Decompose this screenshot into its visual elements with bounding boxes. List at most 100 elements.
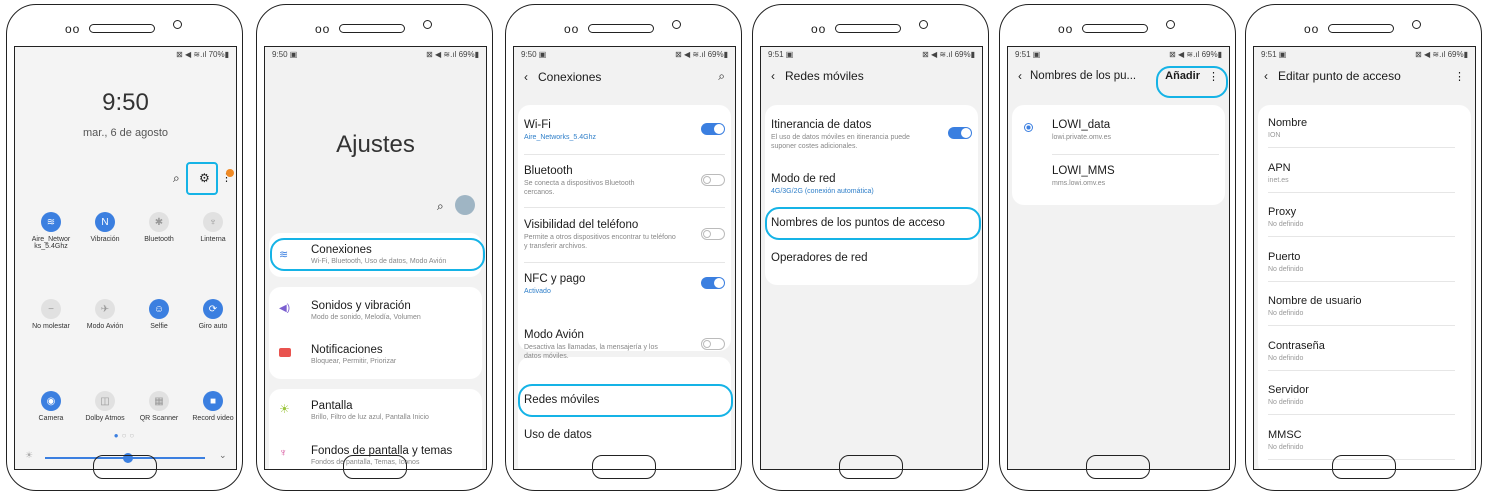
apn-item-lowi-mms[interactable]: LOWI_MMS mms.lowi.omv.es <box>1024 165 1219 188</box>
date: mar., 6 de agosto <box>83 127 168 139</box>
dolby-icon: ◫ <box>95 391 115 411</box>
search-icon[interactable]: ⌕ <box>173 171 180 186</box>
home-button[interactable] <box>839 455 903 479</box>
divider <box>1268 147 1455 148</box>
screen-settings: 9:50 ▣ ⊠ ◀ ≋.ıl 69%▮ Ajustes ⌕ ≋ Conexion… <box>264 46 487 470</box>
flashlight-icon: ♆ <box>203 212 223 232</box>
bluetooth-icon: ✱ <box>149 212 169 232</box>
quick-tile-label: Vibración <box>90 236 120 243</box>
divider <box>524 154 725 155</box>
apn-field[interactable]: Servidor No definido <box>1268 384 1455 415</box>
back-icon[interactable]: ‹ <box>771 69 775 83</box>
search-icon[interactable]: ⌕ <box>437 199 444 214</box>
home-button[interactable] <box>343 455 407 479</box>
quick-tile[interactable]: ■ Record video <box>187 391 236 422</box>
apn-field-value: No definido <box>1268 221 1304 228</box>
visibility-toggle[interactable] <box>701 228 725 240</box>
apn-field-value: No definido <box>1268 399 1304 406</box>
status-icons: ⊠ ◀ ≋.ıl 70%▮ <box>176 50 229 59</box>
apn-field-label: Nombre <box>1268 117 1308 129</box>
front-camera: oo <box>1304 22 1320 36</box>
quick-tile-label: Modo Avión <box>86 323 124 330</box>
quick-tile[interactable]: ◉ Camera <box>25 391 77 422</box>
bluetooth-toggle[interactable] <box>701 174 725 186</box>
front-camera: oo <box>65 22 81 36</box>
settings-item-display[interactable]: ☀ Pantalla Brillo, Filtro de luz azul, Pa… <box>279 400 480 421</box>
back-icon[interactable]: ‹ <box>1018 69 1022 83</box>
quick-tile[interactable]: ✈ Modo Avión <box>79 299 131 330</box>
setting-data-usage[interactable]: Uso de datos <box>524 429 725 441</box>
item-label: Modo de red <box>771 173 836 185</box>
phone-frame-4: oo 9:51 ▣ ⊠ ◀ ≋.ıl 69%▮ ‹ Redes móviles I… <box>752 4 989 491</box>
radio-selected-icon[interactable] <box>1024 123 1033 132</box>
item-sub: El uso de datos móviles en itinerancia p… <box>771 134 910 150</box>
home-button[interactable] <box>93 455 157 479</box>
chevron-down-icon[interactable]: ⌄ <box>219 450 227 461</box>
phone-frame-3: oo 9:50 ▣ ⊠ ◀ ≋.ıl 69%▮ ‹ Conexiones ⌕ Wi… <box>505 4 742 491</box>
quick-tile[interactable]: ✱ Bluetooth <box>133 212 185 243</box>
roaming-toggle[interactable] <box>948 127 972 139</box>
status-time: 9:51 ▣ <box>1015 50 1041 59</box>
home-button[interactable] <box>1086 455 1150 479</box>
apn-field[interactable]: Proxy No definido <box>1268 206 1455 237</box>
quick-tile-label: Linterna <box>200 236 226 243</box>
quick-tile[interactable]: ⟳ Giro auto <box>187 299 236 330</box>
item-sub: Se conecta a dispositivos Bluetooth cerc… <box>524 180 635 196</box>
front-camera: oo <box>564 22 580 36</box>
apn-field[interactable]: APN inet.es <box>1268 162 1455 193</box>
more-options-icon[interactable]: ⋮ <box>1454 70 1465 83</box>
apn-field[interactable]: Contraseña No definido <box>1268 340 1455 371</box>
airplane-toggle[interactable] <box>701 338 725 350</box>
apn-field-label: Puerto <box>1268 250 1301 263</box>
divider <box>1268 280 1455 282</box>
apn-field-value: No definido <box>1268 354 1304 362</box>
apn-field[interactable]: Nombre de usuario No definido <box>1268 295 1455 326</box>
nfc-toggle[interactable] <box>701 277 725 289</box>
quick-tile[interactable]: ▦ QR Scanner <box>133 391 185 422</box>
apn-field[interactable]: Puerto No definido <box>1268 251 1455 282</box>
settings-item-notifications[interactable]: Notificaciones Bloquear, Permitir, Priori… <box>279 344 480 365</box>
status-time: 9:50 ▣ <box>521 50 547 59</box>
setting-airplane[interactable]: Modo Avión Desactiva las llamadas, la me… <box>524 329 725 361</box>
quick-tile[interactable]: ☺ Selfie <box>133 299 185 330</box>
home-button[interactable] <box>592 455 656 479</box>
avatar[interactable] <box>455 195 475 215</box>
status-bar: 9:50 ▣ ⊠ ◀ ≋.ıl 69%▮ <box>521 50 728 59</box>
setting-bluetooth[interactable]: Bluetooth Se conecta a dispositivos Blue… <box>524 165 725 197</box>
wifi-toggle[interactable] <box>701 123 725 135</box>
apn-item-lowi-data[interactable]: LOWI_data lowi.private.omv.es <box>1024 119 1219 142</box>
apn-field-value: ION <box>1268 132 1281 139</box>
apn-field-label: MMSC <box>1268 428 1302 441</box>
quick-tile[interactable]: ≋ Aire_Networ ks_5.4Ghz <box>25 212 77 250</box>
item-label: Uso de datos <box>524 429 592 441</box>
setting-nfc[interactable]: NFC y pago Activado <box>524 273 725 296</box>
app-bar: ‹ Redes móviles <box>771 69 972 83</box>
home-button[interactable] <box>1332 455 1396 479</box>
setting-network-mode[interactable]: Modo de red 4G/3G/2G (conexión automátic… <box>771 173 972 196</box>
back-icon[interactable]: ‹ <box>1264 69 1268 83</box>
quick-tile[interactable]: ◫ Dolby Atmos <box>79 391 131 422</box>
sensor <box>1412 20 1421 29</box>
brightness-icon: ☀ <box>25 450 34 460</box>
do-not-disturb-icon: − <box>41 299 61 319</box>
earpiece <box>588 24 654 33</box>
back-icon[interactable]: ‹ <box>524 70 528 84</box>
settings-item-sounds[interactable]: ◀) Sonidos y vibración Modo de sonido, Me… <box>279 300 480 321</box>
quick-tile[interactable]: ♆ Linterna <box>187 212 236 243</box>
status-bar: 9:50 ▣ ⊠ ◀ ≋.ıl 69%▮ <box>272 50 479 59</box>
qr-icon: ▦ <box>149 391 169 411</box>
setting-operators[interactable]: Operadores de red <box>771 252 972 264</box>
quick-tile[interactable]: − No molestar <box>25 299 77 330</box>
screen-connections: 9:50 ▣ ⊠ ◀ ≋.ıl 69%▮ ‹ Conexiones ⌕ Wi-Fi… <box>513 46 736 470</box>
record-video-icon: ■ <box>203 391 223 411</box>
setting-wifi[interactable]: Wi-Fi Aire_Networks_5.4Ghz <box>524 119 725 142</box>
setting-roaming[interactable]: Itinerancia de datos El uso de datos móv… <box>771 119 972 151</box>
apn-field[interactable]: Nombre ION <box>1268 117 1455 148</box>
status-time: 9:51 ▣ <box>1261 50 1287 59</box>
header-title: Editar punto de acceso <box>1278 69 1401 83</box>
item-sub: Modo de sonido, Melodía, Volumen <box>311 314 421 321</box>
setting-visibility[interactable]: Visibilidad del teléfono Permite a otros… <box>524 219 725 251</box>
search-icon[interactable]: ⌕ <box>718 69 725 84</box>
card-apn-fields <box>1258 105 1471 469</box>
quick-tile[interactable]: N Vibración <box>79 212 131 243</box>
